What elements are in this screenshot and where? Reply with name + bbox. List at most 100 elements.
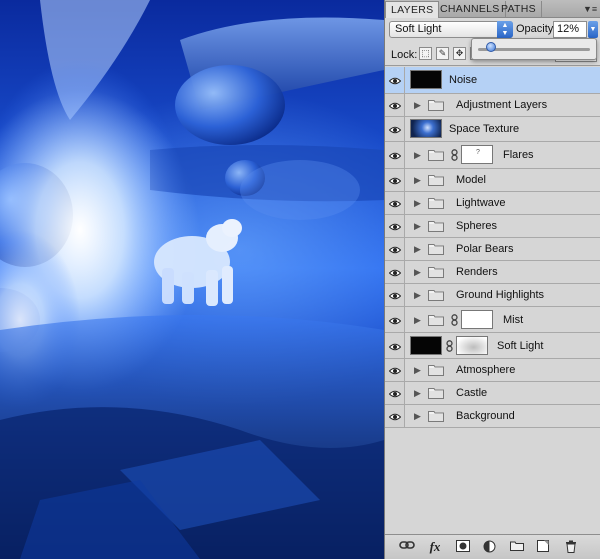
eye-icon xyxy=(388,125,402,134)
mask-icon[interactable] xyxy=(455,540,471,554)
layer-row-mist[interactable]: ▶ Mist xyxy=(385,307,600,333)
lock-transparency-icon[interactable]: ⬚ xyxy=(419,47,432,60)
eye-icon xyxy=(388,316,402,324)
layer-thumbnail[interactable] xyxy=(410,119,442,138)
folder-icon xyxy=(428,364,444,376)
folder-icon xyxy=(428,410,444,422)
layer-row-background[interactable]: ▶ Background xyxy=(385,405,600,428)
tab-channels[interactable]: CHANNELS xyxy=(435,1,506,18)
eye-icon xyxy=(388,389,402,398)
layer-row-adjustment-layers[interactable]: ▶ Adjustment Layers xyxy=(385,94,600,117)
visibility-toggle[interactable] xyxy=(385,142,405,168)
expand-triangle-icon[interactable]: ▶ xyxy=(414,198,422,208)
layer-mask-thumbnail[interactable] xyxy=(456,335,488,355)
layer-name: Adjustment Layers xyxy=(456,99,548,111)
layer-row-soft-light[interactable]: Soft Light xyxy=(385,333,600,359)
opacity-dropdown-icon[interactable]: ▼ xyxy=(588,21,598,38)
new-layer-icon[interactable] xyxy=(535,540,551,554)
folder-icon xyxy=(428,174,444,186)
visibility-toggle[interactable] xyxy=(385,333,405,358)
eye-icon xyxy=(388,76,402,85)
expand-triangle-icon[interactable]: ▶ xyxy=(414,315,422,325)
panel-menu-icon[interactable]: ▼≡ xyxy=(583,3,597,15)
eye-icon xyxy=(388,176,402,185)
layer-row-noise[interactable]: Noise xyxy=(385,67,600,94)
expand-triangle-icon[interactable]: ▶ xyxy=(414,100,422,110)
visibility-toggle[interactable] xyxy=(385,67,405,93)
layer-name: Noise xyxy=(449,74,478,86)
opacity-slider-popup[interactable] xyxy=(471,38,597,60)
expand-triangle-icon[interactable]: ▶ xyxy=(414,244,422,254)
layer-row-renders[interactable]: ▶ Renders xyxy=(385,261,600,284)
expand-triangle-icon[interactable]: ▶ xyxy=(414,175,422,185)
opacity-label: Opacity: xyxy=(516,23,557,35)
layer-mask-thumbnail[interactable]: ? xyxy=(461,145,493,164)
layer-name: Space Texture xyxy=(449,123,520,135)
layer-row-spheres[interactable]: ▶ Spheres xyxy=(385,215,600,238)
layer-row-polar-bears[interactable]: ▶ Polar Bears xyxy=(385,238,600,261)
visibility-toggle[interactable] xyxy=(385,238,405,260)
visibility-toggle[interactable] xyxy=(385,284,405,306)
mask-link-icon[interactable] xyxy=(446,339,453,352)
blend-mode-stepper-icon[interactable]: ▲ ▼ xyxy=(497,21,513,38)
visibility-toggle[interactable] xyxy=(385,307,405,332)
folder-icon xyxy=(428,266,444,278)
link-icon[interactable] xyxy=(399,540,415,554)
visibility-toggle[interactable] xyxy=(385,382,405,404)
visibility-toggle[interactable] xyxy=(385,261,405,283)
layer-row-ground-highlights[interactable]: ▶ Ground Highlights xyxy=(385,284,600,307)
lock-label: Lock: xyxy=(391,49,418,61)
visibility-toggle[interactable] xyxy=(385,215,405,237)
visibility-toggle[interactable] xyxy=(385,94,405,116)
expand-triangle-icon[interactable]: ▶ xyxy=(414,150,422,160)
mask-link-icon[interactable] xyxy=(451,149,458,161)
folder-icon xyxy=(428,243,444,255)
lock-pixels-icon[interactable]: ✎ xyxy=(436,47,449,60)
folder-icon xyxy=(428,220,444,232)
layer-row-atmosphere[interactable]: ▶ Atmosphere xyxy=(385,359,600,382)
visibility-toggle[interactable] xyxy=(385,192,405,214)
layer-thumbnail[interactable] xyxy=(410,335,442,355)
expand-triangle-icon[interactable]: ▶ xyxy=(414,365,422,375)
blend-mode-value: Soft Light xyxy=(395,23,442,35)
layer-name: Atmosphere xyxy=(456,364,516,376)
expand-triangle-icon[interactable]: ▶ xyxy=(414,221,422,231)
expand-triangle-icon[interactable]: ▶ xyxy=(414,411,422,421)
layer-name: Lightwave xyxy=(456,197,506,209)
blend-mode-select[interactable]: Soft Light ▲ ▼ xyxy=(389,21,513,38)
layer-thumbnail[interactable] xyxy=(410,70,442,89)
layer-row-castle[interactable]: ▶ Castle xyxy=(385,382,600,405)
layer-row-model[interactable]: ▶ Model xyxy=(385,169,600,192)
folder-icon xyxy=(428,99,444,111)
tab-paths[interactable]: PATHS xyxy=(496,1,542,18)
eye-icon xyxy=(388,366,402,375)
layer-row-lightwave[interactable]: ▶ Lightwave xyxy=(385,192,600,215)
folder-icon xyxy=(428,314,444,326)
folder-icon xyxy=(428,387,444,399)
lock-position-icon[interactable]: ✥ xyxy=(453,47,466,60)
fx-icon[interactable]: fx xyxy=(427,540,443,554)
eye-icon xyxy=(388,151,402,160)
layer-mask-thumbnail[interactable] xyxy=(461,309,493,329)
document-canvas[interactable] xyxy=(0,0,384,559)
expand-triangle-icon[interactable]: ▶ xyxy=(414,388,422,398)
visibility-toggle[interactable] xyxy=(385,117,405,141)
visibility-toggle[interactable] xyxy=(385,405,405,427)
visibility-toggle[interactable] xyxy=(385,359,405,381)
expand-triangle-icon[interactable]: ▶ xyxy=(414,290,422,300)
layer-row-space-texture[interactable]: Space Texture xyxy=(385,117,600,142)
layer-row-flares[interactable]: ▶? Flares xyxy=(385,142,600,169)
trash-icon[interactable] xyxy=(563,540,579,554)
eye-icon xyxy=(388,101,402,110)
adjustment-icon[interactable] xyxy=(481,540,497,554)
layer-name: Castle xyxy=(456,387,488,399)
layer-name: Background xyxy=(456,410,515,422)
tab-layers[interactable]: LAYERS xyxy=(385,1,440,18)
eye-icon xyxy=(388,245,402,254)
expand-triangle-icon[interactable]: ▶ xyxy=(414,267,422,277)
opacity-input[interactable]: 12% xyxy=(553,21,587,38)
mask-link-icon[interactable] xyxy=(451,313,458,326)
visibility-toggle[interactable] xyxy=(385,169,405,191)
eye-icon xyxy=(388,342,402,350)
new-group-icon[interactable] xyxy=(509,540,525,554)
